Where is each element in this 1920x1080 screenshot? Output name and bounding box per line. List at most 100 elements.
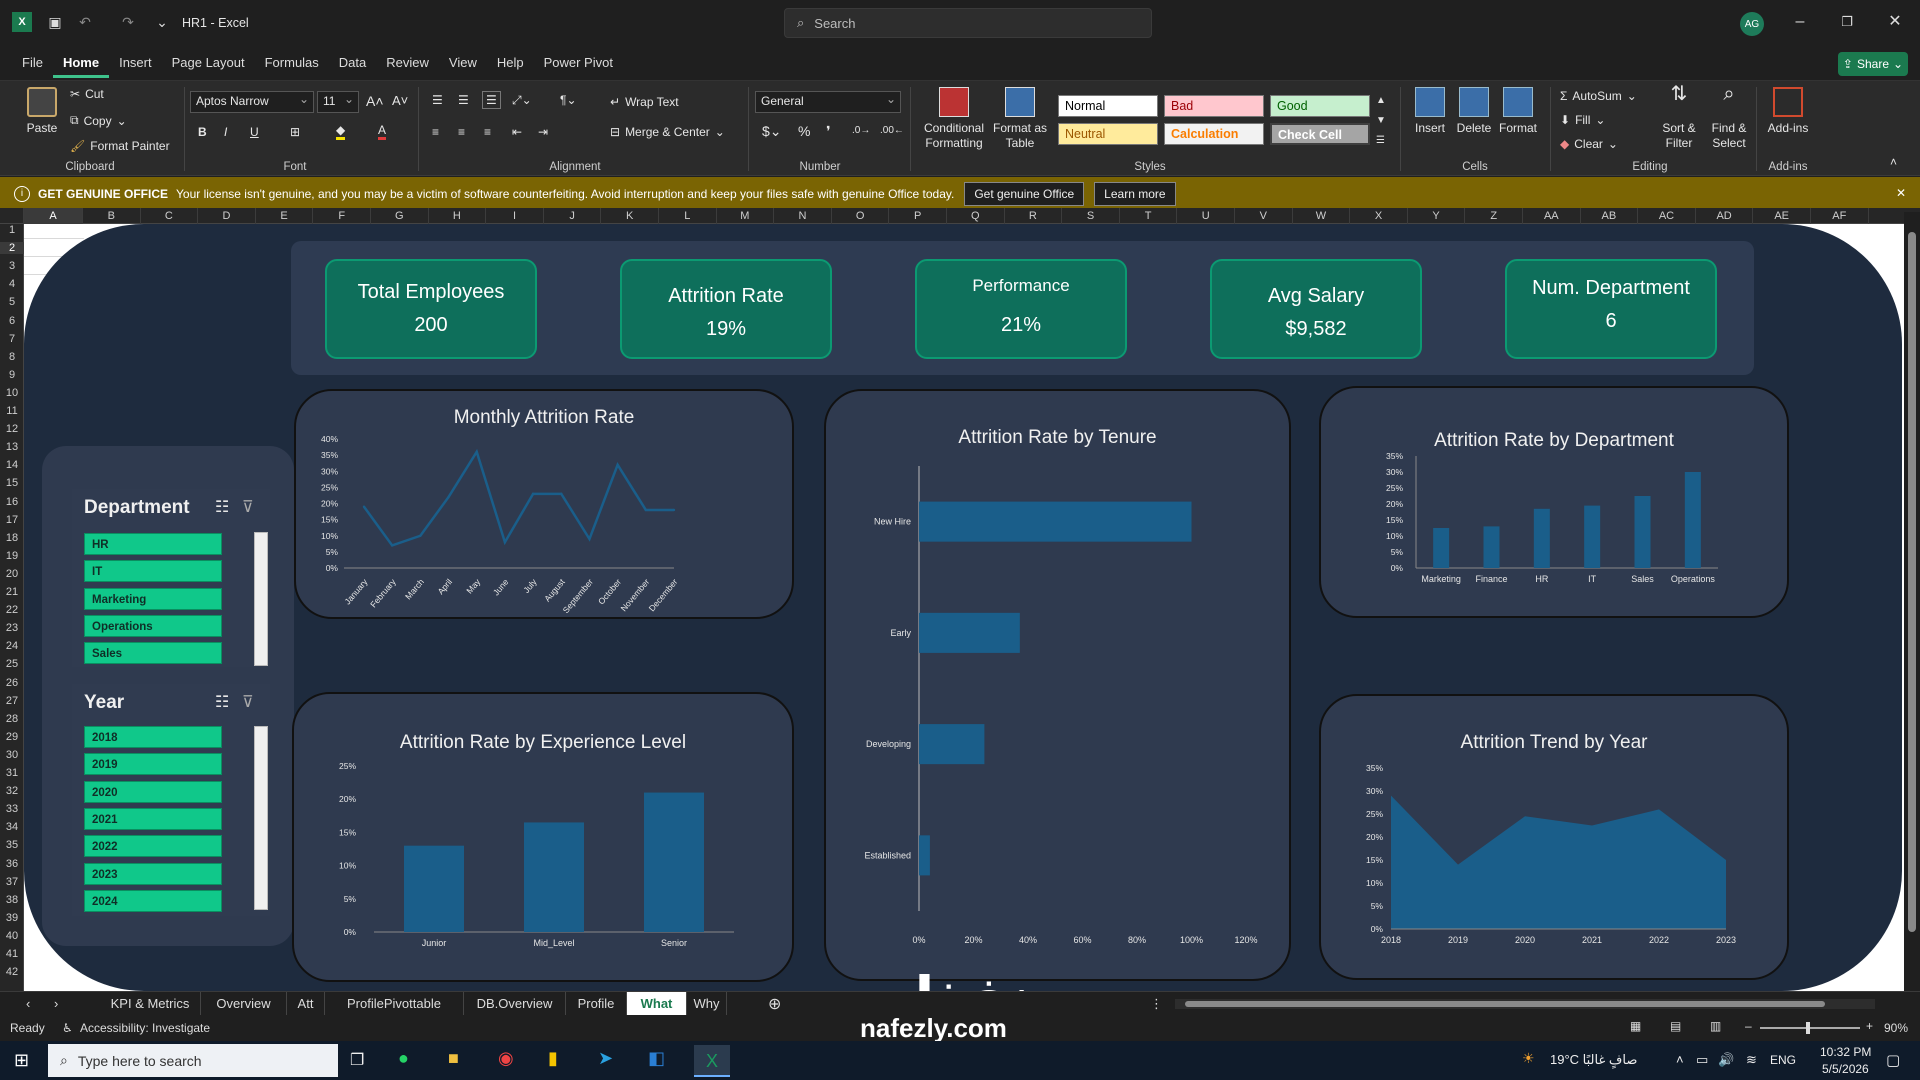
row-header[interactable]: 26 bbox=[0, 677, 24, 689]
sheet-tab[interactable]: What bbox=[627, 992, 687, 1016]
column-header[interactable]: P bbox=[889, 208, 947, 224]
slicer-item[interactable]: IT bbox=[84, 560, 222, 583]
copy-button[interactable]: ⧉ Copy ⌄ bbox=[70, 113, 127, 128]
row-header[interactable]: 10 bbox=[0, 387, 24, 399]
tab-home[interactable]: Home bbox=[52, 48, 110, 78]
slicer-item[interactable]: Marketing bbox=[84, 587, 222, 610]
row-header[interactable]: 3 bbox=[0, 260, 24, 272]
font-name-select[interactable]: Aptos Narrow bbox=[190, 91, 314, 113]
column-header[interactable]: Y bbox=[1408, 208, 1466, 224]
row-header[interactable]: 8 bbox=[0, 351, 24, 363]
slicer-item[interactable]: 2023 bbox=[84, 862, 222, 885]
align-left-icon[interactable]: ≡ bbox=[432, 125, 439, 139]
row-header[interactable]: 24 bbox=[0, 640, 24, 652]
row-header[interactable]: 41 bbox=[0, 948, 24, 960]
underline-icon[interactable]: U bbox=[250, 125, 259, 139]
row-header[interactable]: 21 bbox=[0, 586, 24, 598]
slicer-item[interactable]: 2019 bbox=[84, 753, 222, 776]
cut-button[interactable]: ✂ Cut bbox=[70, 87, 104, 101]
conditional-formatting-button[interactable]: Conditional Formatting bbox=[918, 87, 990, 151]
slicer-item[interactable]: 2021 bbox=[84, 807, 222, 830]
tab-view[interactable]: View bbox=[439, 48, 487, 78]
row-header[interactable]: 20 bbox=[0, 568, 24, 580]
column-header[interactable]: V bbox=[1235, 208, 1293, 224]
windows-start-icon[interactable]: ⊞ bbox=[14, 1050, 29, 1071]
row-header[interactable]: 39 bbox=[0, 912, 24, 924]
tab-formulas[interactable]: Formulas bbox=[255, 48, 329, 78]
slicer-scrollbar[interactable] bbox=[254, 532, 268, 666]
slicer-item[interactable]: 2018 bbox=[84, 726, 222, 748]
styles-scroll-up-icon[interactable]: ▲ bbox=[1376, 95, 1386, 106]
redo-icon[interactable]: ↷ bbox=[118, 12, 138, 32]
column-header[interactable]: A bbox=[24, 208, 83, 224]
customize-toolbar-icon[interactable]: ⌄ bbox=[152, 12, 172, 32]
increase-decimal-icon[interactable]: .0→ bbox=[852, 125, 870, 136]
row-header[interactable]: 7 bbox=[0, 333, 24, 345]
tab-page-layout[interactable]: Page Layout bbox=[162, 48, 255, 78]
collapse-ribbon-icon[interactable]: ˄ bbox=[1890, 155, 1897, 169]
autosum-button[interactable]: Σ AutoSum ⌄ bbox=[1560, 89, 1637, 103]
text-direction-icon[interactable]: ¶⌄ bbox=[560, 93, 577, 107]
number-format-select[interactable]: General bbox=[755, 91, 901, 113]
column-header[interactable]: U bbox=[1177, 208, 1235, 224]
column-header[interactable]: Q bbox=[947, 208, 1005, 224]
language-indicator[interactable]: ENG bbox=[1770, 1053, 1796, 1067]
row-header[interactable]: 1 bbox=[0, 224, 24, 236]
next-sheet-icon[interactable]: › bbox=[54, 996, 58, 1011]
row-header[interactable]: 40 bbox=[0, 930, 24, 942]
row-header[interactable]: 5 bbox=[0, 296, 24, 308]
font-color-icon[interactable]: A bbox=[378, 123, 387, 140]
tray-chevron-icon[interactable]: ˄ bbox=[1676, 1052, 1684, 1067]
slicer-item[interactable]: Sales bbox=[84, 642, 222, 665]
styles-scroll-down-icon[interactable]: ▼ bbox=[1376, 115, 1386, 126]
slicer-item[interactable]: 2020 bbox=[84, 780, 222, 803]
close-notification-icon[interactable]: ✕ bbox=[1896, 186, 1906, 200]
column-header[interactable]: D bbox=[198, 208, 256, 224]
paste-button[interactable]: Paste bbox=[22, 87, 62, 136]
row-header[interactable]: 33 bbox=[0, 803, 24, 815]
clear-button[interactable]: ◆ Clear ⌄ bbox=[1560, 137, 1618, 151]
borders-icon[interactable]: ⊞ bbox=[290, 125, 300, 139]
column-header[interactable]: AB bbox=[1581, 208, 1639, 224]
currency-icon[interactable]: $⌄ bbox=[762, 123, 782, 140]
row-header[interactable]: 17 bbox=[0, 514, 24, 526]
comma-style-icon[interactable]: ❜ bbox=[826, 123, 831, 140]
sort-filter-button[interactable]: ⇅ Sort & Filter bbox=[1654, 84, 1704, 151]
tab-insert[interactable]: Insert bbox=[109, 48, 162, 78]
style-good[interactable]: Good bbox=[1270, 95, 1370, 117]
column-header[interactable]: H bbox=[429, 208, 487, 224]
column-header[interactable]: F bbox=[313, 208, 371, 224]
row-header[interactable]: 11 bbox=[0, 405, 24, 417]
zoom-level[interactable]: 90% bbox=[1884, 1021, 1908, 1035]
file-explorer-icon[interactable]: ■ bbox=[448, 1048, 459, 1069]
style-normal[interactable]: Normal bbox=[1058, 95, 1158, 117]
column-header[interactable]: Z bbox=[1465, 208, 1523, 224]
excel-taskbar-icon[interactable]: X bbox=[694, 1045, 730, 1077]
zoom-out-icon[interactable]: – bbox=[1745, 1019, 1752, 1033]
worksheet[interactable]: Total Employees 200 Attrition Rate 19% P… bbox=[24, 224, 1904, 991]
row-header[interactable]: 22 bbox=[0, 604, 24, 616]
row-header[interactable]: 15 bbox=[0, 477, 24, 489]
tab-file[interactable]: File bbox=[12, 48, 53, 78]
avatar[interactable]: AG bbox=[1740, 12, 1764, 36]
add-sheet-icon[interactable]: ⊕ bbox=[768, 994, 781, 1014]
search-input[interactable]: ⌕ Search bbox=[784, 8, 1152, 38]
align-right-icon[interactable]: ≡ bbox=[484, 125, 491, 139]
column-header[interactable]: AF bbox=[1811, 208, 1869, 224]
find-select-button[interactable]: ⌕ Find & Select bbox=[1704, 84, 1754, 151]
style-calculation[interactable]: Calculation bbox=[1164, 123, 1264, 145]
row-header[interactable]: 18 bbox=[0, 532, 24, 544]
whatsapp-icon[interactable]: ● bbox=[398, 1048, 409, 1069]
row-header[interactable]: 12 bbox=[0, 423, 24, 435]
row-header[interactable]: 25 bbox=[0, 658, 24, 670]
power-bi-icon[interactable]: ▮ bbox=[548, 1048, 558, 1069]
more-options-icon[interactable]: ⋮ bbox=[1150, 996, 1163, 1012]
row-header[interactable]: 42 bbox=[0, 966, 24, 978]
format-cells-button[interactable]: Format bbox=[1496, 87, 1540, 136]
row-header[interactable]: 19 bbox=[0, 550, 24, 562]
format-painter-button[interactable]: 🖌 Format Painter bbox=[70, 139, 170, 153]
chrome-icon[interactable]: ◉ bbox=[498, 1048, 514, 1069]
align-top-icon[interactable]: ☰ bbox=[432, 93, 443, 107]
task-view-icon[interactable]: ❐ bbox=[350, 1050, 364, 1070]
row-header[interactable]: 16 bbox=[0, 496, 24, 508]
